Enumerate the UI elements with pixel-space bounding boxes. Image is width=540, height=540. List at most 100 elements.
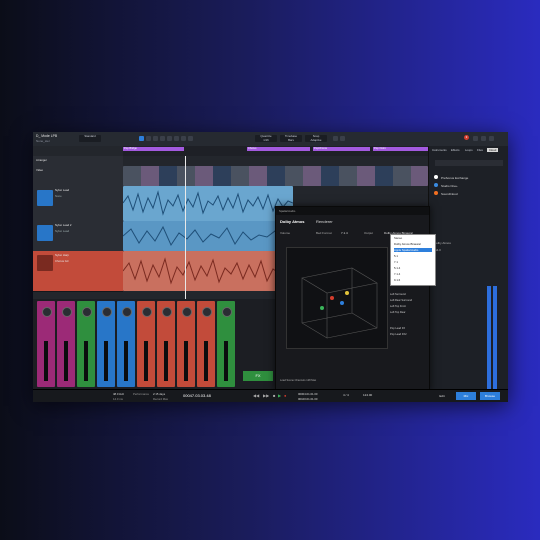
output-format-dropdown[interactable]: Stereo Dolby Atmos Binaural Apple Spatia… [390,234,436,286]
channel-strip[interactable] [157,301,175,387]
notification-badge[interactable]: 3 [464,135,469,140]
loop-start[interactable]: 00004.01.01.00 [298,392,317,396]
mute-tool-icon[interactable] [174,136,179,141]
tab-cloud[interactable]: Cloud [487,148,499,152]
bend-tool-icon[interactable] [181,136,186,141]
track-header-video[interactable]: Video [33,166,123,187]
pan-knob[interactable] [62,307,72,317]
fader[interactable] [84,341,88,381]
marker-chorus[interactable]: Chorus [247,147,310,151]
track-header-nylon-lead-2[interactable]: Nylon Lead 2 Nylon Lead [33,221,123,252]
stop-icon[interactable]: ■ [273,393,275,398]
channel-strip[interactable] [97,301,115,387]
fader[interactable] [224,341,228,381]
fader[interactable] [184,341,188,381]
browse-button[interactable]: Browse [480,392,500,400]
tab-effects[interactable]: Effects [451,148,460,152]
dropdown-option[interactable]: 7.1 [394,260,398,264]
forward-icon[interactable]: ▶▶ [263,393,269,398]
marker-popchorus[interactable]: PopChorus [313,147,370,151]
bed-format-value[interactable]: 7.1.4 [341,231,348,235]
edit-button[interactable]: Edit [432,392,452,400]
fader[interactable] [44,341,48,381]
dropdown-option[interactable]: Stereo [394,236,402,240]
fader[interactable] [64,341,68,381]
search-input[interactable] [435,160,503,166]
record-duration: 2:15 days [153,392,166,396]
rewind-icon[interactable]: ◀◀ [253,393,259,398]
pan-knob[interactable] [142,307,152,317]
fader[interactable] [124,341,128,381]
loop-end[interactable]: 00100.01.01.00 [298,397,317,401]
video-clip[interactable] [123,166,428,186]
audio-clip-nylon-harp[interactable] [122,251,294,291]
pan-knob[interactable] [202,307,212,317]
tab-instruments[interactable]: Instruments [432,148,447,152]
channel-strip[interactable] [137,301,155,387]
dropdown-option-selected[interactable]: Apple Spatial Audio [394,248,432,252]
fx-channel-button[interactable]: FX [243,371,273,381]
listen-tool-icon[interactable] [188,136,193,141]
marker-pop-bridge[interactable]: Pop Bridge [123,147,184,151]
timebase-button[interactable]: Timebase Bars [280,134,302,142]
tab-files[interactable]: Files [477,148,483,152]
help-icon[interactable] [473,136,478,141]
mode-dropdown[interactable]: Standard [79,134,101,142]
zoom-tool-icon[interactable] [333,136,338,141]
fader[interactable] [104,341,108,381]
performance-label[interactable]: Performance [133,392,149,396]
channel-strip[interactable] [37,301,55,387]
dropdown-option[interactable]: 9.1.6 [394,278,400,282]
fader[interactable] [164,341,168,381]
mix-button[interactable]: Mix [456,392,476,400]
quantize-button[interactable]: Quantize 1/16 [255,134,277,142]
channel-strip[interactable] [77,301,95,387]
transport-controls[interactable]: ◀◀ ▶▶ ■ ▶ ● [253,393,293,399]
record-icon[interactable]: ● [284,393,286,398]
channel-strip[interactable] [57,301,75,387]
channel-strip[interactable] [197,301,215,387]
audio-clip-nylon-lead[interactable] [122,186,294,221]
dropdown-option[interactable]: 5.1 [394,254,398,258]
loop-tool-icon[interactable] [340,136,345,141]
pan-knob[interactable] [122,307,132,317]
dropdown-option[interactable]: Dolby Atmos Binaural [394,242,421,246]
timeline-ruler[interactable]: Pop Bridge Chorus PopChorus Pop Outro [123,146,429,156]
toolbar: D_ Mode LPB None_ster Standard Quantize 1… [33,132,508,147]
range-tool-icon[interactable] [146,136,151,141]
snap-button[interactable]: Snap Adaptive [305,134,327,142]
arrow-tool-icon[interactable] [139,136,144,141]
eraser-tool-icon[interactable] [160,136,165,141]
pan-knob[interactable] [82,307,92,317]
track-header-nylon-harp[interactable]: Nylon Harp Chorus Gtr [33,251,123,292]
time-signature[interactable]: 4 / 4 [343,393,349,397]
channel-strip[interactable] [117,301,135,387]
tab-loops[interactable]: Loops [465,148,473,152]
settings-icon[interactable] [481,136,486,141]
channel-strip[interactable] [217,301,235,387]
marker-pop-outro[interactable]: Pop Outro [373,147,429,151]
fader[interactable] [144,341,148,381]
sidebar-item-exchange[interactable]: PreSonus Exchange [441,176,468,180]
account-icon[interactable] [489,136,494,141]
spatial-view[interactable] [286,247,388,349]
dropdown-option[interactable]: 5.1.4 [394,266,400,270]
fader[interactable] [204,341,208,381]
pan-knob[interactable] [182,307,192,317]
tempo[interactable]: 124.00 [363,393,372,397]
sidebar-item-soundcloud[interactable]: SoundCloud [441,192,458,196]
sidebar-item-studio-one-plus[interactable]: Studio One+ [441,184,458,188]
position-readout[interactable]: 00047.03.03.48 [183,393,211,398]
audio-clip-nylon-lead-2[interactable] [122,221,294,251]
paint-tool-icon[interactable] [167,136,172,141]
channel-strip[interactable] [177,301,195,387]
track-header-nylon-lead[interactable]: Nylon Lead None [33,186,123,222]
pan-knob[interactable] [162,307,172,317]
split-tool-icon[interactable] [153,136,158,141]
pan-knob[interactable] [222,307,232,317]
play-icon[interactable]: ▶ [278,393,281,398]
dropdown-option[interactable]: 7.1.4 [394,272,400,276]
pan-knob[interactable] [42,307,52,317]
playhead[interactable] [185,156,186,299]
pan-knob[interactable] [102,307,112,317]
